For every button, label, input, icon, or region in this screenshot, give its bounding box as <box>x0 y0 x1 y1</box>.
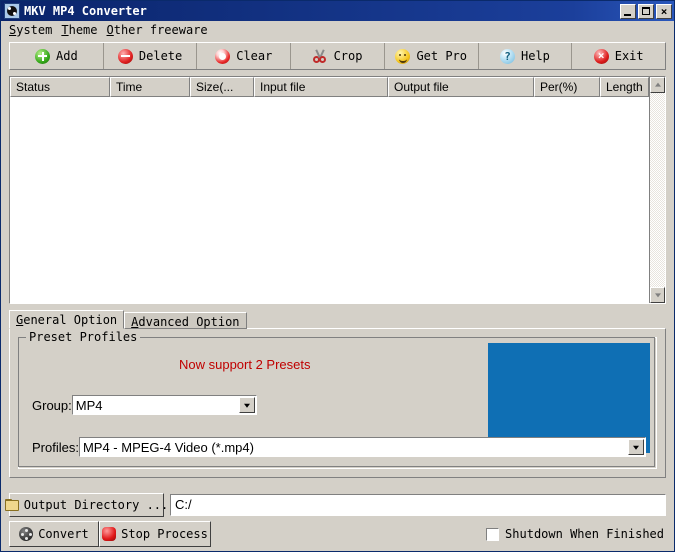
minimize-button[interactable] <box>620 4 636 19</box>
convert-button-label: Convert <box>38 527 89 541</box>
folder-icon <box>5 499 19 511</box>
general-option-panel: Preset Profiles Now support 2 Presets Gr… <box>9 328 666 478</box>
column-header-output-file[interactable]: Output file <box>388 77 534 97</box>
exit-button[interactable]: × Exit <box>572 43 665 69</box>
preset-profiles-group: Preset Profiles Now support 2 Presets Gr… <box>18 337 657 469</box>
chevron-down-icon <box>655 293 661 297</box>
clear-button[interactable]: Clear <box>197 43 291 69</box>
add-button[interactable]: Add <box>10 43 104 69</box>
question-icon: ? <box>500 49 515 64</box>
profiles-select[interactable]: MP4 - MPEG-4 Video (*.mp4) <box>79 437 646 457</box>
file-list-scrollbar[interactable] <box>649 77 665 303</box>
menu-item-other-freeware[interactable]: Other freeware <box>104 22 214 38</box>
stop-process-button-label: Stop Process <box>121 527 208 541</box>
output-directory-row: Output Directory ... C:/ <box>9 493 666 517</box>
chevron-down-icon[interactable] <box>239 397 255 413</box>
window-title: MKV MP4 Converter <box>24 4 620 18</box>
shutdown-checkbox-label: Shutdown When Finished <box>505 527 664 541</box>
column-header-size[interactable]: Size(... <box>190 77 254 97</box>
column-header-time[interactable]: Time <box>110 77 190 97</box>
file-list-header: Status Time Size(... Input file Output f… <box>10 77 649 97</box>
file-list-rows[interactable] <box>10 97 649 303</box>
toolbar: Add Delete Clear Crop Get Pro ? Help × E… <box>9 42 666 70</box>
shutdown-when-finished-row: Shutdown When Finished <box>486 527 666 541</box>
clear-circle-icon <box>215 49 230 64</box>
column-header-input-file[interactable]: Input file <box>254 77 388 97</box>
profiles-label: Profiles: <box>32 440 79 455</box>
menu-bar: System Theme Other freeware <box>1 21 674 40</box>
delete-button-label: Delete <box>139 49 182 63</box>
maximize-button[interactable] <box>638 4 654 19</box>
group-field-row: Group: MP4 <box>32 395 257 415</box>
chevron-up-icon <box>655 83 661 87</box>
file-list: Status Time Size(... Input file Output f… <box>9 76 666 304</box>
menu-item-system-label: ystem <box>16 23 52 37</box>
tab-general-option[interactable]: General Option <box>9 310 124 329</box>
convert-button[interactable]: Convert <box>9 521 99 547</box>
menu-item-theme-label: heme <box>69 23 98 37</box>
exit-icon: × <box>594 49 609 64</box>
menu-item-theme[interactable]: Theme <box>58 22 103 38</box>
scissors-icon <box>313 49 328 64</box>
output-path-input[interactable]: C:/ <box>170 494 666 516</box>
shutdown-checkbox[interactable] <box>486 528 499 541</box>
tab-advanced-option-label: dvanced Option <box>138 315 239 329</box>
title-bar: MKV MP4 Converter × <box>1 1 674 21</box>
crop-button-label: Crop <box>334 49 363 63</box>
tab-general-option-label: eneral Option <box>23 313 117 327</box>
chevron-down-icon[interactable] <box>628 439 644 455</box>
clear-button-label: Clear <box>236 49 272 63</box>
group-select[interactable]: MP4 <box>72 395 257 415</box>
exit-button-label: Exit <box>615 49 644 63</box>
close-button[interactable]: × <box>656 4 672 19</box>
profiles-select-value: MP4 - MPEG-4 Video (*.mp4) <box>80 440 628 455</box>
get-pro-button[interactable]: Get Pro <box>385 43 479 69</box>
film-reel-icon <box>19 527 33 541</box>
preset-note: Now support 2 Presets <box>179 357 311 372</box>
get-pro-button-label: Get Pro <box>416 49 467 63</box>
delete-circle-icon <box>118 49 133 64</box>
menu-item-other-freeware-label: ther freeware <box>114 23 208 37</box>
bottom-action-bar: Convert Stop Process Shutdown When Finis… <box>9 521 666 547</box>
column-header-status[interactable]: Status <box>10 77 110 97</box>
scroll-up-button[interactable] <box>650 77 665 93</box>
tab-advanced-option[interactable]: Advanced Option <box>124 312 246 329</box>
application-window: MKV MP4 Converter × System Theme Other f… <box>0 0 675 552</box>
output-directory-button[interactable]: Output Directory ... <box>9 493 164 517</box>
group-select-value: MP4 <box>73 398 239 413</box>
group-label: Group: <box>32 398 72 413</box>
scrollbar-track[interactable] <box>650 93 665 287</box>
help-button[interactable]: ? Help <box>479 43 573 69</box>
menu-item-system[interactable]: System <box>6 22 58 38</box>
film-reel-icon <box>4 3 20 19</box>
crop-button[interactable]: Crop <box>291 43 385 69</box>
option-tabs: General Option Advanced Option <box>9 310 674 329</box>
add-button-label: Add <box>56 49 78 63</box>
column-header-percent[interactable]: Per(%) <box>534 77 600 97</box>
delete-button[interactable]: Delete <box>104 43 198 69</box>
stop-icon <box>102 527 116 541</box>
stop-process-button[interactable]: Stop Process <box>99 521 211 547</box>
output-directory-button-label: Output Directory ... <box>24 498 169 512</box>
help-button-label: Help <box>521 49 550 63</box>
profiles-field-row: Profiles: MP4 - MPEG-4 Video (*.mp4) <box>32 437 646 457</box>
window-controls: × <box>620 4 672 19</box>
add-circle-icon <box>35 49 50 64</box>
column-header-length[interactable]: Length <box>600 77 649 97</box>
close-icon: × <box>661 5 668 18</box>
smiley-icon <box>395 49 410 64</box>
scroll-down-button[interactable] <box>650 287 665 303</box>
preset-profiles-group-title: Preset Profiles <box>26 330 140 344</box>
